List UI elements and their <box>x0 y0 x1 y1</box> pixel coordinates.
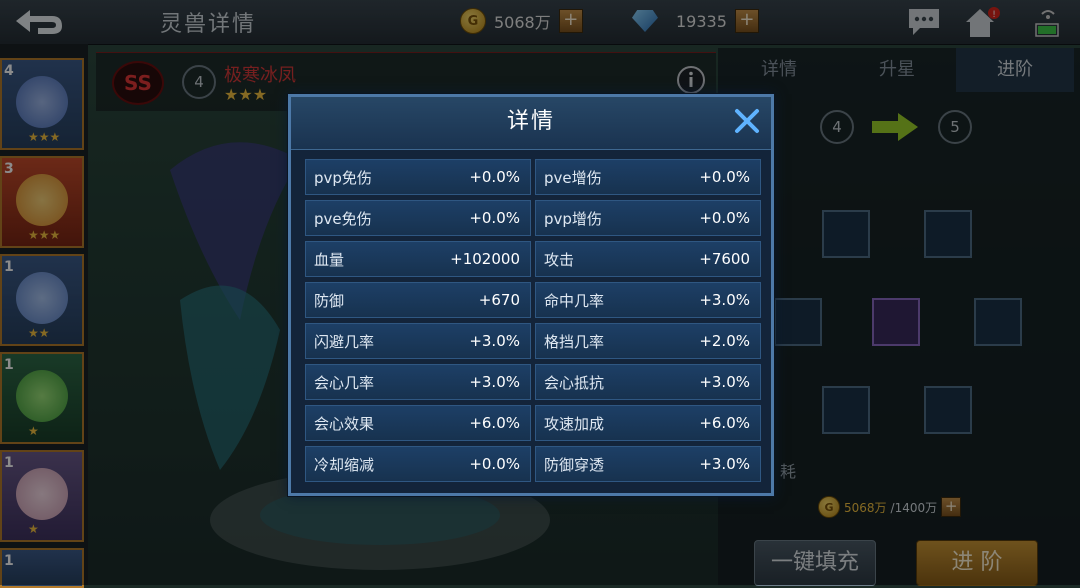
stat-cell: 会心效果 +6.0% <box>305 405 531 441</box>
stat-label: 会心几率 <box>314 373 375 392</box>
stat-value: +0.0% <box>699 168 750 186</box>
stat-value: +0.0% <box>469 455 520 473</box>
stat-value: +3.0% <box>469 373 520 391</box>
stat-cell: 血量 +102000 <box>305 241 531 277</box>
stat-cell: 防御 +670 <box>305 282 531 318</box>
stat-label: 攻速加成 <box>544 414 605 433</box>
stat-cell: 闪避几率 +3.0% <box>305 323 531 359</box>
stat-value: +3.0% <box>699 455 750 473</box>
stat-cell: pvp免伤 +0.0% <box>305 159 531 195</box>
stat-cell: 攻速加成 +6.0% <box>535 405 761 441</box>
details-modal: 详情 pvp免伤 +0.0% pve增伤 +0.0% pve免伤 +0.0% pvp增伤 +0… <box>288 94 774 496</box>
stat-label: pvp增伤 <box>544 209 602 228</box>
stat-value: +7600 <box>699 250 750 268</box>
stat-value: +670 <box>478 291 520 309</box>
stat-label: 冷却缩减 <box>314 455 375 474</box>
stat-label: 攻击 <box>544 250 575 269</box>
stat-value: +0.0% <box>469 209 520 227</box>
stat-label: 格挡几率 <box>544 332 605 351</box>
stat-cell: pve免伤 +0.0% <box>305 200 531 236</box>
stat-label: 会心抵抗 <box>544 373 605 392</box>
stat-cell: 冷却缩减 +0.0% <box>305 446 531 482</box>
stat-cell: 会心抵抗 +3.0% <box>535 364 761 400</box>
stat-value: +6.0% <box>469 414 520 432</box>
stat-value: +6.0% <box>699 414 750 432</box>
stat-label: pve增伤 <box>544 168 602 187</box>
stat-label: 防御 <box>314 291 345 310</box>
stat-label: 命中几率 <box>544 291 605 310</box>
stat-value: +102000 <box>450 250 520 268</box>
close-icon[interactable] <box>731 105 763 137</box>
stat-cell: 防御穿透 +3.0% <box>535 446 761 482</box>
stat-value: +2.0% <box>699 332 750 350</box>
stat-label: 血量 <box>314 250 345 269</box>
stat-value: +3.0% <box>699 373 750 391</box>
stat-cell: pvp增伤 +0.0% <box>535 200 761 236</box>
stat-cell: 会心几率 +3.0% <box>305 364 531 400</box>
modal-header: 详情 <box>291 97 771 150</box>
stat-label: 防御穿透 <box>544 455 605 474</box>
modal-title: 详情 <box>506 109 555 134</box>
stat-label: pve免伤 <box>314 209 372 228</box>
stat-label: pvp免伤 <box>314 168 372 187</box>
stat-label: 闪避几率 <box>314 332 375 351</box>
stat-value: +0.0% <box>699 209 750 227</box>
stat-cell: pve增伤 +0.0% <box>535 159 761 195</box>
stat-cell: 格挡几率 +2.0% <box>535 323 761 359</box>
stat-value: +3.0% <box>699 291 750 309</box>
stat-cell: 命中几率 +3.0% <box>535 282 761 318</box>
stat-label: 会心效果 <box>314 414 375 433</box>
stat-value: +0.0% <box>469 168 520 186</box>
stats-grid: pvp免伤 +0.0% pve增伤 +0.0% pve免伤 +0.0% pvp增伤 +0.0%… <box>305 159 761 482</box>
stat-value: +3.0% <box>469 332 520 350</box>
stat-cell: 攻击 +7600 <box>535 241 761 277</box>
